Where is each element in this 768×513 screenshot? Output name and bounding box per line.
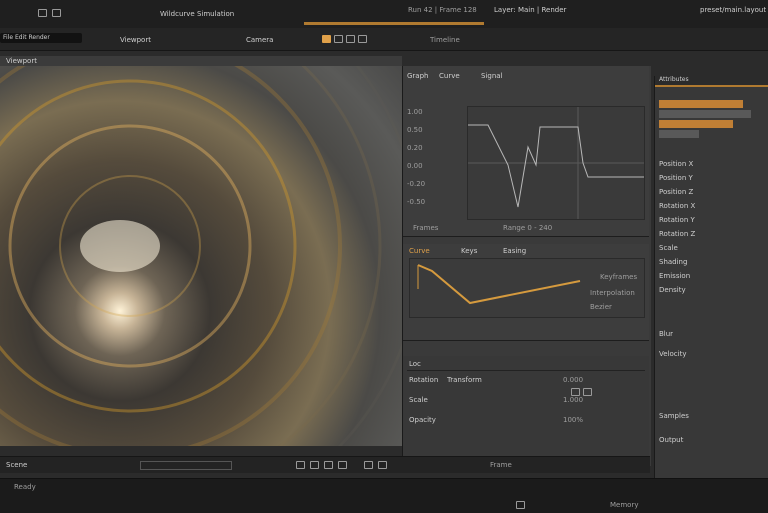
property-label: Rotation (409, 376, 439, 384)
slider-fill[interactable] (659, 100, 743, 108)
y-label: 0.00 (407, 162, 423, 170)
status-bar: Ready Memory (0, 478, 768, 513)
side-row[interactable]: Scale (659, 244, 767, 253)
side-header: Attributes (655, 76, 768, 87)
nebula-render (0, 66, 402, 446)
tab-curve[interactable]: Curve (439, 72, 479, 80)
side-row[interactable]: Shading (659, 258, 767, 267)
side-row[interactable]: Rotation Y (659, 216, 767, 225)
stop-icon[interactable] (346, 35, 355, 43)
side-row[interactable]: Position X (659, 160, 767, 169)
slider-fill[interactable] (659, 130, 699, 138)
tab-curve-editor[interactable]: Curve (409, 247, 459, 255)
mode-label[interactable]: Camera (246, 36, 316, 44)
property-label: Opacity (409, 416, 436, 424)
skip-back-icon[interactable] (296, 461, 305, 469)
memory-icon (516, 501, 525, 509)
playback-bar: Scene Frame (0, 456, 650, 473)
curve-note: Keyframes (600, 273, 638, 281)
graph-footer-left: Frames (413, 224, 439, 232)
side-row[interactable]: Output (659, 436, 767, 445)
status-right: Memory (610, 501, 639, 509)
side-row[interactable]: Velocity (659, 350, 767, 359)
app-icon[interactable] (38, 9, 47, 17)
menu-items[interactable]: File Edit Render (3, 34, 81, 41)
curve-note: Interpolation (590, 289, 635, 297)
scene-label: Scene (6, 461, 28, 469)
property-value[interactable]: 100% (563, 416, 613, 424)
tab-keys[interactable]: Keys (461, 247, 501, 255)
property-value[interactable]: 1.000 (563, 396, 613, 404)
side-row[interactable]: Blur (659, 330, 767, 339)
signal-graph[interactable] (467, 106, 645, 220)
next-frame-icon[interactable] (338, 461, 347, 469)
inspector-stack: Graph Curve Signal 1.00 0.50 0.20 0.00 -… (402, 66, 651, 466)
link-icon[interactable] (571, 388, 580, 396)
property-label: Scale (409, 396, 428, 404)
main-toolbar: Viewport Camera Timeline (0, 28, 768, 51)
side-row[interactable]: Rotation X (659, 202, 767, 211)
property-value[interactable]: 0.000 (563, 376, 613, 384)
render-viewport[interactable] (0, 66, 402, 446)
layout-preset[interactable]: preset/main.layout (700, 6, 766, 14)
property-label: Loc (409, 360, 421, 368)
reset-icon[interactable] (583, 388, 592, 396)
side-header-item[interactable]: Attributes (659, 76, 765, 83)
y-label: -0.20 (407, 180, 426, 188)
easing-curve[interactable]: Keyframes Interpolation Bezier (409, 258, 645, 318)
app-title: Wildcurve Simulation (160, 10, 235, 18)
run-status: Run 42 | Frame 128 (408, 6, 477, 14)
layer-status: Layer: Main | Render (494, 6, 567, 14)
menu-icon[interactable] (52, 9, 61, 17)
side-row[interactable]: Samples (659, 412, 767, 421)
side-row[interactable]: Emission (659, 272, 767, 281)
property-value[interactable]: Transform (447, 376, 557, 384)
y-label: 1.00 (407, 108, 423, 116)
properties-panel: Loc Transform Rotation 0.000 Scale 1.000… (403, 356, 649, 457)
slider-fill[interactable] (659, 110, 751, 118)
prev-frame-icon[interactable] (310, 461, 319, 469)
curve-panel: Curve Keys Easing Keyframes Interpolatio… (403, 244, 649, 341)
timeline-label[interactable]: Timeline (430, 36, 490, 44)
app-title-bar: Wildcurve Simulation Run 42 | Frame 128 … (0, 0, 768, 29)
progress-bar (304, 22, 484, 25)
slider-fill[interactable] (659, 120, 733, 128)
loop-icon[interactable] (358, 35, 367, 43)
play-icon[interactable] (334, 35, 343, 43)
status-left: Ready (14, 483, 36, 491)
menu-bar[interactable]: File Edit Render (0, 33, 82, 43)
curve-note: Bezier (590, 303, 612, 311)
y-label: -0.50 (407, 198, 426, 206)
tab-signal[interactable]: Signal (481, 72, 521, 80)
y-label: 0.20 (407, 144, 423, 152)
graph-footer-mid: Range 0 - 240 (503, 224, 553, 232)
y-label: 0.50 (407, 126, 423, 134)
settings-icon[interactable] (378, 461, 387, 469)
tab-easing[interactable]: Easing (503, 247, 553, 255)
side-row[interactable]: Rotation Z (659, 230, 767, 239)
tool-label[interactable]: Viewport (120, 36, 240, 44)
side-row[interactable]: Density (659, 286, 767, 295)
scene-field[interactable] (140, 461, 232, 470)
record-icon[interactable] (322, 35, 331, 43)
attributes-panel: Attributes Position X Position Y Positio… (654, 76, 768, 480)
side-row[interactable]: Position Z (659, 188, 767, 197)
frame-label: Frame (490, 461, 512, 469)
loop-icon[interactable] (364, 461, 373, 469)
side-row[interactable]: Position Y (659, 174, 767, 183)
play-icon[interactable] (324, 461, 333, 469)
viewport-label: Viewport (6, 57, 37, 65)
graph-panel: Graph Curve Signal 1.00 0.50 0.20 0.00 -… (403, 66, 649, 237)
signal-graph-lines (468, 107, 644, 219)
